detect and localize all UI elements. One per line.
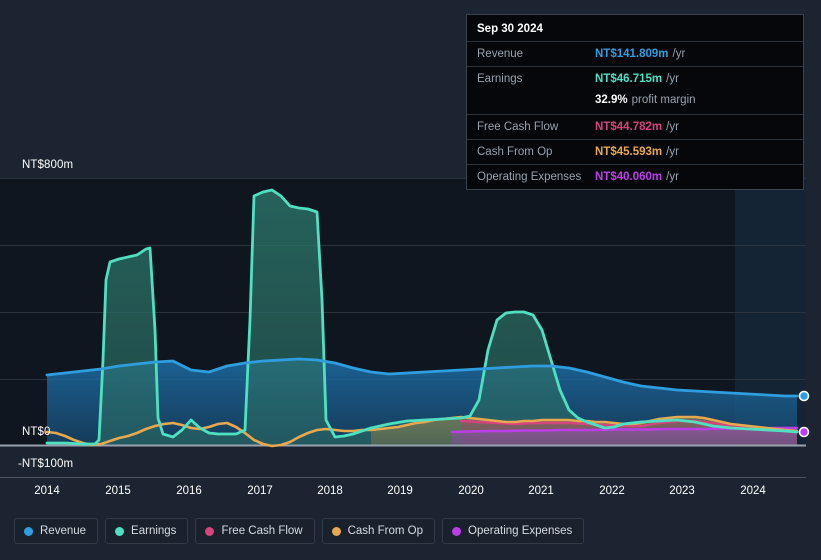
chart-legend: Revenue Earnings Free Cash Flow Cash Fro… xyxy=(14,518,585,544)
legend-item-operating-expenses[interactable]: Operating Expenses xyxy=(442,518,585,544)
x-axis-label-2019: 2019 xyxy=(387,485,413,497)
tooltip-label-profit-margin: profit margin xyxy=(631,94,696,106)
chart-tooltip: Sep 30 2024 Revenue NT$141.809m /yr Earn… xyxy=(466,14,804,190)
legend-item-free-cash-flow[interactable]: Free Cash Flow xyxy=(195,518,315,544)
tooltip-row-free-cash-flow: Free Cash Flow NT$44.782m /yr xyxy=(467,114,803,139)
tooltip-value-free-cash-flow: NT$44.782m xyxy=(595,121,663,133)
tooltip-label-operating-expenses: Operating Expenses xyxy=(477,171,582,183)
tooltip-row-earnings: Earnings NT$46.715m /yr xyxy=(467,66,803,91)
legend-label-free-cash-flow: Free Cash Flow xyxy=(221,525,303,537)
x-axis-label-2015: 2015 xyxy=(105,485,131,497)
tooltip-label-cash-from-op: Cash From Op xyxy=(477,146,553,158)
tooltip-unit-free-cash-flow: /yr xyxy=(666,121,679,133)
x-axis-label-2024: 2024 xyxy=(740,485,766,497)
x-axis-label-2022: 2022 xyxy=(599,485,625,497)
tooltip-row-revenue: Revenue NT$141.809m /yr xyxy=(467,41,803,66)
legend-label-operating-expenses: Operating Expenses xyxy=(468,525,573,537)
tooltip-label-free-cash-flow: Free Cash Flow xyxy=(477,121,559,133)
y-axis-label-top: NT$800m xyxy=(22,159,74,171)
tooltip-unit-cash-from-op: /yr xyxy=(666,146,679,158)
tooltip-unit-revenue: /yr xyxy=(672,48,686,60)
tooltip-value-earnings: NT$46.715m xyxy=(595,73,663,85)
tooltip-date: Sep 30 2024 xyxy=(477,23,543,35)
x-axis-label-2020: 2020 xyxy=(458,485,484,497)
legend-dot-free-cash-flow-icon xyxy=(205,526,215,536)
tooltip-unit-operating-expenses: /yr xyxy=(666,171,679,183)
x-axis-label-2023: 2023 xyxy=(669,485,695,497)
tooltip-row-operating-expenses: Operating Expenses NT$40.060m /yr xyxy=(467,164,803,189)
tooltip-label-earnings: Earnings xyxy=(477,73,523,85)
legend-dot-revenue-icon xyxy=(24,526,33,536)
legend-item-earnings[interactable]: Earnings xyxy=(105,518,189,544)
x-axis-label-2018: 2018 xyxy=(317,485,343,497)
legend-item-cash-from-op[interactable]: Cash From Op xyxy=(321,518,436,544)
endpoint-operating-expenses xyxy=(798,426,810,438)
tooltip-value-operating-expenses: NT$40.060m xyxy=(595,171,663,183)
y-axis-label-negative: -NT$100m xyxy=(18,458,74,470)
legend-label-earnings: Earnings xyxy=(131,525,177,537)
x-axis-label-2016: 2016 xyxy=(176,485,202,497)
tooltip-row-cash-from-op: Cash From Op NT$45.593m /yr xyxy=(467,139,803,164)
tooltip-label-revenue: Revenue xyxy=(477,48,524,60)
y-axis-label-zero: NT$0 xyxy=(22,426,51,438)
tooltip-value-cash-from-op: NT$45.593m xyxy=(595,146,663,158)
x-axis-label-2021: 2021 xyxy=(528,485,554,497)
tooltip-unit-earnings: /yr xyxy=(666,73,679,85)
endpoint-revenue xyxy=(798,390,810,402)
tooltip-row-profit-margin: 32.9% profit margin xyxy=(467,91,803,114)
legend-dot-operating-expenses-icon xyxy=(452,526,462,536)
legend-label-cash-from-op: Cash From Op xyxy=(347,525,424,537)
x-axis-label-2014: 2014 xyxy=(34,485,60,497)
legend-label-revenue: Revenue xyxy=(40,525,87,537)
x-axis-label-2017: 2017 xyxy=(247,485,273,497)
legend-dot-earnings-icon xyxy=(115,526,125,536)
legend-item-revenue[interactable]: Revenue xyxy=(14,518,99,544)
legend-dot-cash-from-op-icon xyxy=(331,526,341,536)
tooltip-value-revenue: NT$141.809m xyxy=(595,48,669,60)
tooltip-value-profit-margin: 32.9% xyxy=(595,94,628,106)
